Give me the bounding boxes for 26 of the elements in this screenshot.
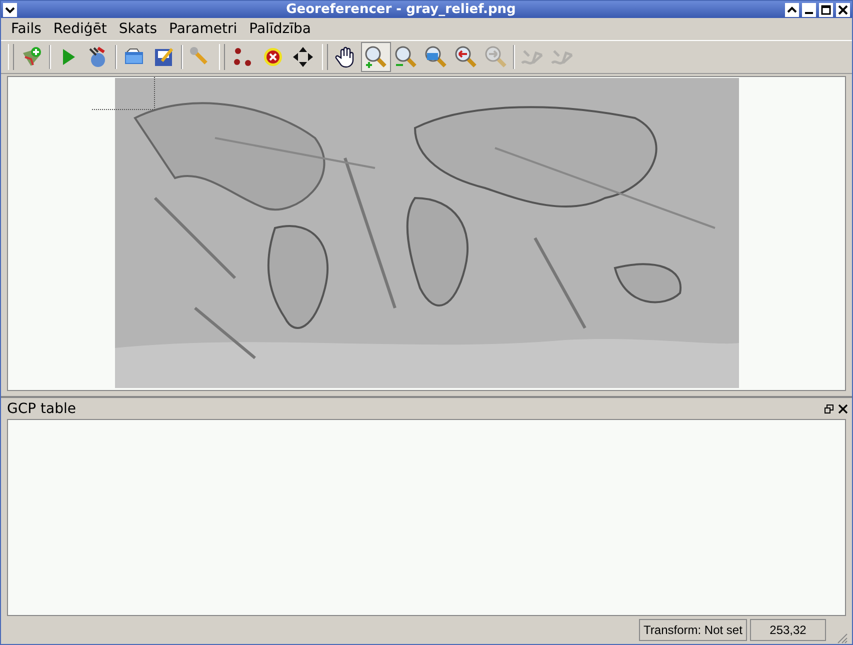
menu-item[interactable]: Palīdzība (243, 21, 317, 37)
menu-item[interactable]: Parametri (163, 21, 244, 37)
zoom-in-button[interactable] (361, 42, 391, 72)
magnifier-icon (424, 45, 448, 69)
coordinates-status: 253,32 (750, 619, 826, 641)
save-icon (152, 45, 176, 69)
menu-item[interactable]: Rediģēt (47, 21, 113, 37)
zoom-in-icon (364, 45, 388, 69)
window-title: Georeferencer - gray_relief.png (285, 2, 517, 17)
menu-item[interactable]: Fails (5, 21, 48, 37)
resize-grip-icon[interactable] (836, 632, 848, 644)
magnifier-icon (454, 45, 478, 69)
panel-title: GCP table (7, 400, 77, 416)
delete-icon (261, 45, 285, 69)
shade-icon[interactable] (785, 2, 799, 16)
minimize-icon[interactable] (802, 2, 816, 16)
move-icon (291, 45, 315, 69)
menu-item[interactable]: Skats (112, 21, 164, 37)
window-menu-icon[interactable] (3, 2, 17, 16)
magnifier-icon (484, 45, 508, 69)
close-icon[interactable] (838, 404, 848, 414)
maximize-icon[interactable] (819, 2, 833, 16)
float-icon[interactable] (824, 404, 834, 414)
close-icon[interactable] (836, 2, 850, 16)
transform-status: Transform: Not set (639, 619, 747, 641)
zoom-out-icon (394, 45, 418, 69)
